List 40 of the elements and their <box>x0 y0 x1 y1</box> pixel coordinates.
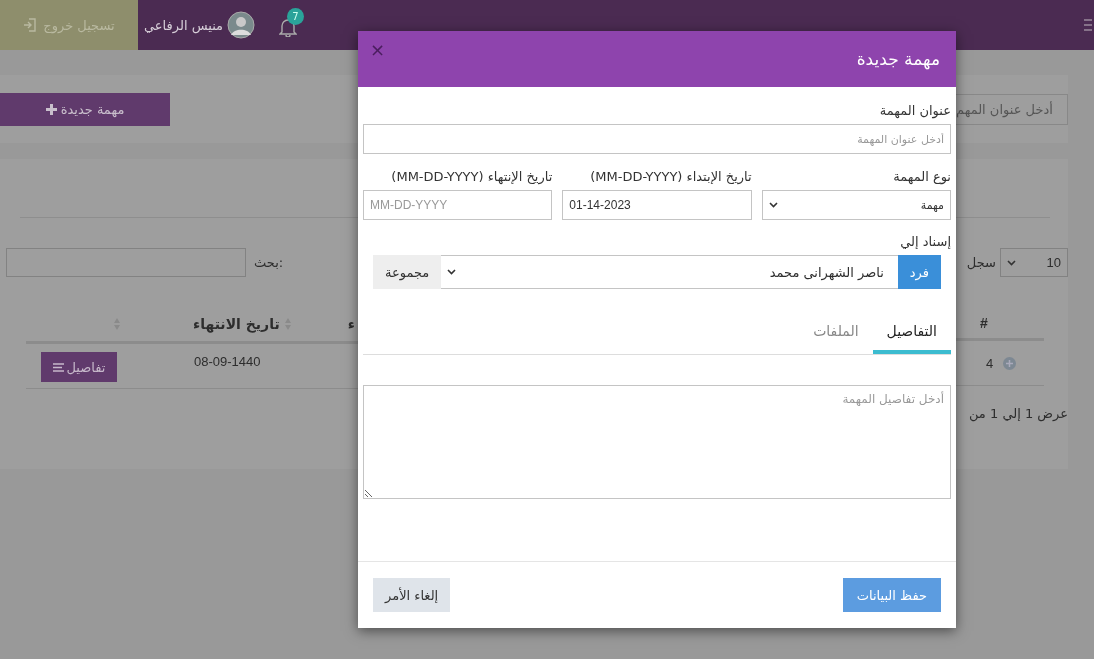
field-label: تاريخ الإبتداء (MM-DD-YYYY) <box>590 169 752 184</box>
field-label: إسناد إلي <box>900 234 951 249</box>
expand-icon[interactable] <box>1003 356 1017 370</box>
notification-badge: 7 <box>287 7 305 25</box>
search-field[interactable] <box>6 248 246 277</box>
table-cell: 08-09-1440 <box>194 354 261 369</box>
dialog-title: مهمة جديدة <box>856 49 940 69</box>
menu-icon[interactable] <box>1084 18 1092 32</box>
tab[interactable]: الملفات <box>799 311 873 354</box>
column-header[interactable]: ء <box>347 316 355 332</box>
assignee-select[interactable]: ناصر الشهرانى محمد <box>441 255 898 289</box>
new-task-button[interactable]: مهمة جديدة <box>0 92 170 126</box>
start-date-field[interactable]: 01-14-2023 <box>562 190 752 220</box>
field-label: تاريخ الإنتهاء (MM-DD-YYYY) <box>391 169 553 184</box>
assign-option[interactable]: مجموعة <box>373 255 442 289</box>
field-label: نوع المهمة <box>893 169 951 184</box>
chevron-down-icon <box>768 202 778 208</box>
field-label: عنوان المهمة <box>879 103 951 118</box>
page-length-label: سجل <box>966 255 996 270</box>
save-button[interactable]: حفظ البيانات <box>842 578 941 612</box>
sign-in-icon <box>23 18 38 32</box>
details-field[interactable]: أدخل تفاصيل المهمة <box>363 385 951 499</box>
chevron-down-icon <box>1007 259 1016 266</box>
table-cell: 4 <box>986 355 994 371</box>
user-name[interactable]: منيس الرفاعي <box>144 17 224 33</box>
search-label: بحث: <box>254 255 284 270</box>
task-type-select[interactable]: مهمة <box>761 190 951 220</box>
table-info: عرض 1 إلي 1 من <box>967 406 1068 421</box>
details-button[interactable]: تفاصيل <box>41 352 117 382</box>
assign-option[interactable]: فرد <box>897 255 941 289</box>
plus-icon <box>45 103 57 115</box>
avatar-icon[interactable] <box>227 11 256 39</box>
column-header[interactable]: # <box>980 314 988 331</box>
list-icon <box>52 362 64 372</box>
column-header[interactable]: تاريخ الانتهاء <box>193 316 292 332</box>
page-length-select[interactable]: 10 <box>1000 248 1068 277</box>
tab[interactable]: التفاصيل <box>872 311 951 354</box>
chevron-down-icon <box>447 269 457 275</box>
cancel-button[interactable]: إلغاء الأمر <box>373 578 451 612</box>
end-date-field[interactable]: MM-DD-YYYY <box>363 190 553 220</box>
